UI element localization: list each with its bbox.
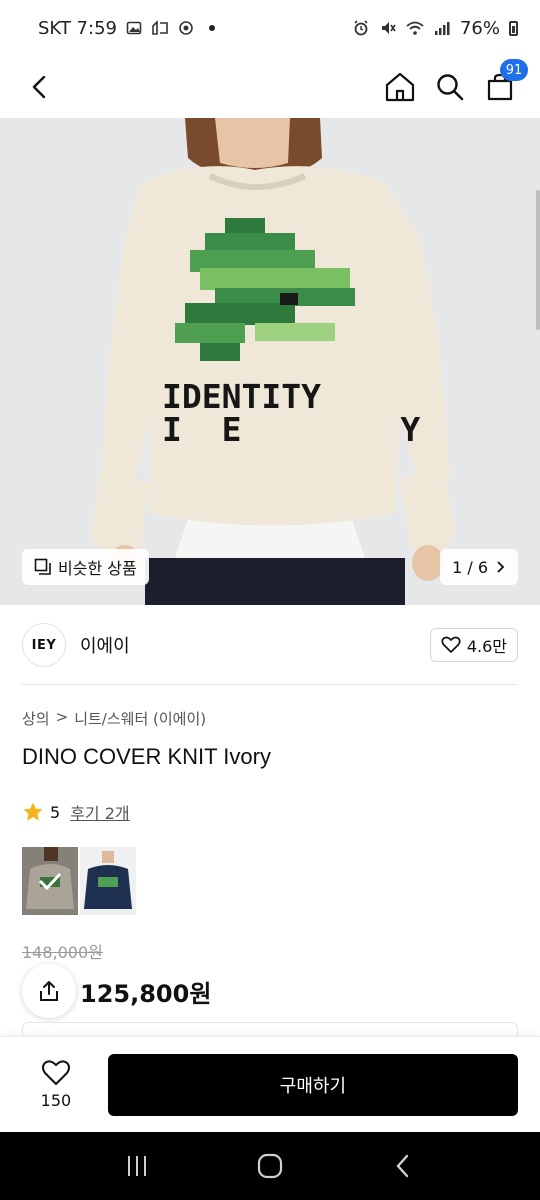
signal-icon: [433, 19, 451, 37]
sale-price: 125,800원: [80, 979, 212, 1008]
rating-row: 5 후기 2개: [22, 800, 130, 824]
product-title: DINO COVER KNIT Ivory: [22, 744, 271, 769]
chevron-right-icon: [497, 561, 505, 573]
wishlist-button[interactable]: 150: [24, 1059, 88, 1110]
system-home-button[interactable]: [240, 1136, 300, 1196]
bottom-action-bar: 150 구매하기: [0, 1036, 540, 1132]
search-icon: [437, 74, 464, 101]
brand-like-count: 4.6만: [466, 637, 507, 656]
target-icon: [177, 19, 195, 37]
home-icon: [385, 72, 415, 102]
mute-icon: [379, 19, 397, 37]
image-page-indicator[interactable]: 1 / 6: [440, 549, 518, 585]
heart-icon: [441, 636, 461, 653]
image-icon: [125, 19, 143, 37]
notification-dot: [208, 25, 215, 31]
page-indicator-text: 1 / 6: [452, 557, 488, 577]
original-price: 148,000원: [22, 943, 103, 962]
sync-icon: [151, 19, 169, 37]
similar-items-icon: [34, 558, 51, 575]
color-thumbnails: [22, 847, 136, 915]
thumbnail-ivory[interactable]: [22, 847, 78, 915]
price-row: 125,800원: [22, 964, 211, 1018]
recent-apps-icon: [127, 1156, 146, 1176]
thumbnail-navy[interactable]: [80, 847, 136, 915]
status-bar: SKT 7:59 76%: [0, 0, 540, 56]
share-button[interactable]: [22, 964, 76, 1018]
product-image-carousel[interactable]: IDENTITY I E Y 비슷한 상품 1 / 6: [0, 118, 540, 605]
product-photo: IDENTITY I E Y: [0, 118, 540, 605]
alarm-icon: [352, 19, 370, 37]
breadcrumb-separator: >: [55, 708, 69, 726]
similar-products-label: 비슷한 상품: [58, 559, 137, 578]
star-icon: [23, 802, 43, 821]
top-nav: 91: [0, 56, 540, 118]
system-navigation-bar: [0, 1132, 540, 1200]
brand-name[interactable]: 이에이: [80, 632, 130, 658]
home-button[interactable]: [380, 67, 420, 107]
cart-count-badge: 91: [500, 59, 528, 81]
brand-logo[interactable]: IEY: [22, 623, 66, 667]
breadcrumb-category[interactable]: 상의: [22, 708, 50, 729]
review-link[interactable]: 후기 2개: [70, 800, 129, 824]
sweater-text-line2: I E Y: [162, 410, 420, 449]
home-circle-icon: [257, 1153, 283, 1179]
wifi-icon: [406, 19, 424, 37]
battery-percent: 76%: [459, 17, 500, 39]
back-button[interactable]: [20, 67, 60, 107]
system-back-button[interactable]: [373, 1136, 433, 1196]
carrier-time: SKT 7:59: [38, 17, 117, 39]
check-icon: [38, 872, 62, 891]
recent-apps-button[interactable]: [107, 1136, 167, 1196]
wishlist-count: 150: [40, 1091, 72, 1110]
scrollbar[interactable]: [536, 190, 540, 330]
breadcrumb-subcategory[interactable]: 니트/스웨터 (이에이): [74, 708, 206, 729]
battery-icon: [509, 20, 518, 36]
divider: [22, 684, 518, 685]
similar-products-button[interactable]: 비슷한 상품: [22, 549, 149, 585]
brand-row[interactable]: IEY 이에이 4.6만: [22, 616, 518, 674]
cart-button[interactable]: 91: [480, 59, 528, 107]
buy-button[interactable]: 구매하기: [107, 1053, 518, 1116]
brand-like-button[interactable]: 4.6만: [429, 628, 518, 662]
search-button[interactable]: [430, 67, 470, 107]
chevron-left-icon: [32, 75, 46, 99]
breadcrumb: 상의 > 니트/스웨터 (이에이): [22, 708, 206, 729]
rating-value: 5: [50, 802, 61, 822]
heart-icon: [41, 1060, 70, 1085]
share-icon: [40, 981, 58, 1001]
back-arrow-icon: [396, 1154, 409, 1178]
